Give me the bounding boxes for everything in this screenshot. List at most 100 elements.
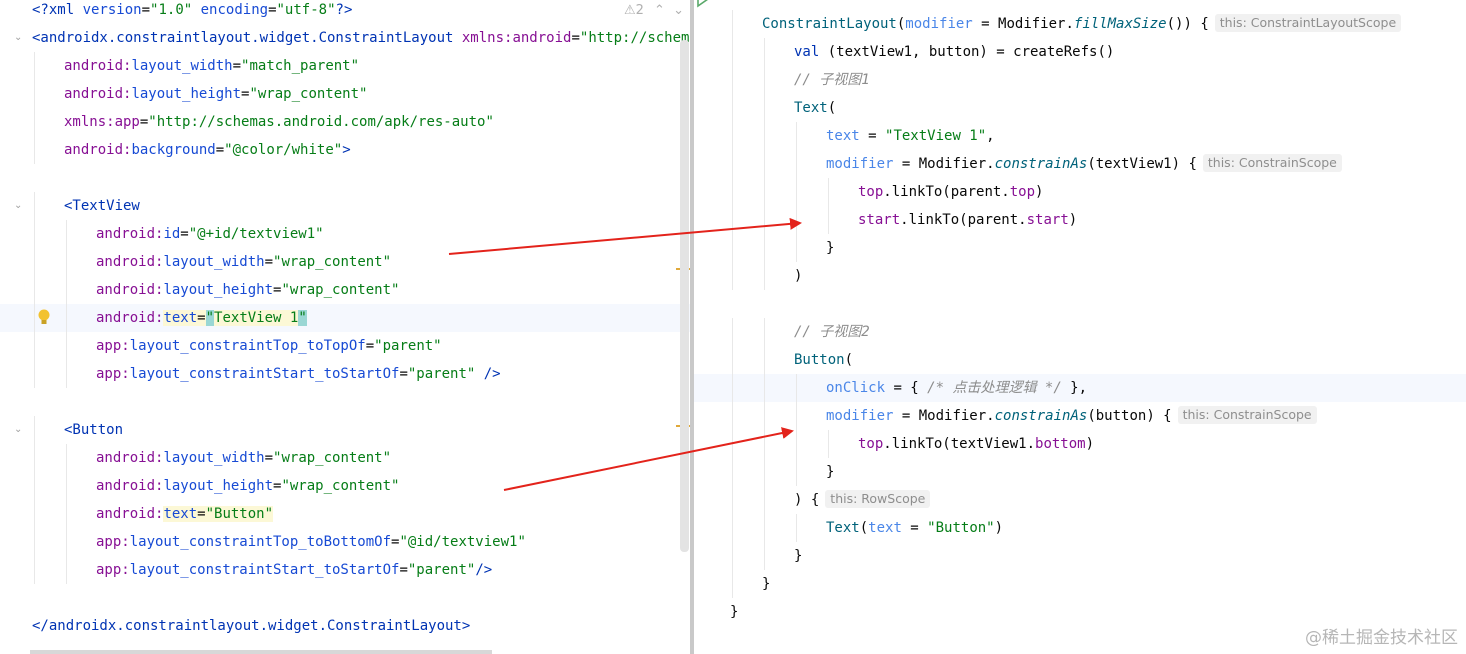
code-token: start xyxy=(1026,212,1069,228)
indent-guide xyxy=(764,374,765,402)
code-line[interactable] xyxy=(0,164,690,192)
lightbulb-icon[interactable] xyxy=(36,308,52,328)
code-token: = xyxy=(399,562,408,578)
code-line[interactable]: } xyxy=(694,234,1466,262)
code-line[interactable]: app:layout_constraintStart_toStartOf="pa… xyxy=(0,360,690,388)
code-line[interactable]: } xyxy=(694,458,1466,486)
code-token: layout_constraintStart_toStartOf xyxy=(129,366,400,382)
indent-guide xyxy=(34,500,35,528)
code-text: android:layout_width="wrap_content" xyxy=(96,444,391,472)
code-line[interactable]: ⌄ <Button xyxy=(0,416,690,444)
code-token: Text xyxy=(826,520,860,536)
code-token: bottom xyxy=(1035,436,1086,452)
indent-guide xyxy=(732,402,733,430)
code-line[interactable]: } xyxy=(694,598,1466,626)
code-line[interactable]: android:layout_height="wrap_content" xyxy=(0,276,690,304)
code-line[interactable]: onClick = { /* 点击处理逻辑 */ }, xyxy=(694,374,1466,402)
indent-guide xyxy=(732,150,733,178)
code-line[interactable]: xmlns:app="http://schemas.android.com/ap… xyxy=(0,108,690,136)
indent-guide xyxy=(732,486,733,514)
code-line[interactable]: start.linkTo(parent.start) xyxy=(694,206,1466,234)
code-line[interactable]: modifier = Modifier.constrainAs(textView… xyxy=(694,150,1466,178)
xml-editor-pane[interactable]: <?xml version="1.0" encoding="utf-8"?> ⌄ <… xyxy=(0,0,690,654)
code-token: constrainAs xyxy=(994,408,1088,424)
code-line[interactable]: ) xyxy=(694,262,1466,290)
indent-guide xyxy=(732,38,733,66)
code-line[interactable]: ⌄ <TextView xyxy=(0,192,690,220)
code-token: Modifier. xyxy=(998,16,1074,32)
code-line[interactable]: modifier = Modifier.constrainAs(button) … xyxy=(694,402,1466,430)
code-token: layout_width xyxy=(163,450,265,466)
code-text: android:layout_height="wrap_content" xyxy=(96,472,399,500)
code-line[interactable]: android:id="@+id/textview1" xyxy=(0,220,690,248)
code-line[interactable]: android:layout_height="wrap_content" xyxy=(0,472,690,500)
code-token: layout_width xyxy=(131,58,233,74)
code-line[interactable]: // 子视图1 xyxy=(694,66,1466,94)
inspection-warnings[interactable]: ⚠2 ⌃ ⌄ xyxy=(624,0,684,22)
code-line[interactable]: app:layout_constraintTop_toBottomOf="@id… xyxy=(0,528,690,556)
code-line[interactable]: android:background="@color/white"> xyxy=(0,136,690,164)
indent-guide xyxy=(732,122,733,150)
code-token: val xyxy=(794,44,828,60)
inlay-hint: this: ConstrainScope xyxy=(1202,154,1342,172)
indent-guide xyxy=(66,304,67,332)
indent-guide xyxy=(34,472,35,500)
code-token: ) xyxy=(794,268,803,284)
code-text: Text(text = "Button") xyxy=(826,514,1003,542)
code-line[interactable]: text = "TextView 1", xyxy=(694,122,1466,150)
code-token: = xyxy=(893,156,919,172)
code-line[interactable]: app:layout_constraintStart_toStartOf="pa… xyxy=(0,556,690,584)
fold-toggle-icon[interactable]: ⌄ xyxy=(14,24,28,52)
indent-guide xyxy=(764,150,765,178)
code-line[interactable]: android:text="TextView 1" xyxy=(0,304,690,332)
code-token: "wrap_content" xyxy=(281,478,400,494)
code-line[interactable]: Button( xyxy=(694,346,1466,374)
indent-guide xyxy=(732,94,733,122)
fold-toggle-icon[interactable]: ⌄ xyxy=(14,416,28,444)
code-text: start.linkTo(parent.start) xyxy=(858,206,1077,234)
code-line[interactable]: } xyxy=(694,542,1466,570)
code-line[interactable]: </androidx.constraintlayout.widget.Const… xyxy=(0,612,690,640)
code-text: ConstraintLayout(modifier = Modifier.fil… xyxy=(762,10,1402,38)
code-token: "@id/textview1" xyxy=(399,534,526,550)
code-line[interactable] xyxy=(0,388,690,416)
code-line[interactable]: android:layout_width="match_parent" xyxy=(0,52,690,80)
code-line[interactable] xyxy=(0,584,690,612)
code-line[interactable]: android:layout_width="wrap_content" xyxy=(0,444,690,472)
code-line[interactable]: ConstraintLayout(modifier = Modifier.fil… xyxy=(694,10,1466,38)
code-line[interactable]: android:text="Button" xyxy=(0,500,690,528)
indent-guide xyxy=(796,178,797,206)
code-token: app: xyxy=(96,366,130,382)
vertical-scrollbar[interactable] xyxy=(680,40,689,552)
code-token: "http://schemas.android.com/apk/res/andr… xyxy=(579,30,690,46)
code-line[interactable]: Text(text = "Button") xyxy=(694,514,1466,542)
code-line[interactable] xyxy=(694,290,1466,318)
code-line[interactable]: android:layout_width="wrap_content" xyxy=(0,248,690,276)
code-line[interactable]: app:layout_constraintTop_toTopOf="parent… xyxy=(0,332,690,360)
run-gutter-icon[interactable] xyxy=(694,0,712,8)
code-line[interactable]: top.linkTo(parent.top) xyxy=(694,178,1466,206)
code-line[interactable]: ⌄ <androidx.constraintlayout.widget.Const… xyxy=(0,24,690,52)
fold-toggle-icon[interactable]: ⌄ xyxy=(14,192,28,220)
code-token: /> xyxy=(475,562,493,578)
indent-guide xyxy=(796,458,797,486)
indent-guide xyxy=(34,80,35,108)
code-line[interactable]: top.linkTo(textView1.bottom) xyxy=(694,430,1466,458)
code-token: parent. xyxy=(967,212,1027,228)
code-line[interactable]: } xyxy=(694,570,1466,598)
code-token: ?> xyxy=(335,2,353,18)
code-token: android: xyxy=(96,310,164,326)
code-token: constrainAs xyxy=(994,156,1088,172)
chevron-down-icon[interactable]: ⌄ xyxy=(673,3,684,18)
kotlin-editor-pane[interactable]: ConstraintLayout(modifier = Modifier.fil… xyxy=(694,0,1466,654)
code-line[interactable]: ) {this: RowScope xyxy=(694,486,1466,514)
code-line[interactable]: android:layout_height="wrap_content" xyxy=(0,80,690,108)
code-line[interactable]: // 子视图2 xyxy=(694,318,1466,346)
code-token: } xyxy=(730,604,739,620)
code-token: = xyxy=(859,128,886,144)
code-line[interactable]: <?xml version="1.0" encoding="utf-8"?> xyxy=(0,0,690,24)
horizontal-scrollbar[interactable] xyxy=(30,650,492,654)
code-line[interactable]: Text( xyxy=(694,94,1466,122)
chevron-up-icon[interactable]: ⌃ xyxy=(654,3,665,18)
code-line[interactable]: val (textView1, button) = createRefs() xyxy=(694,38,1466,66)
